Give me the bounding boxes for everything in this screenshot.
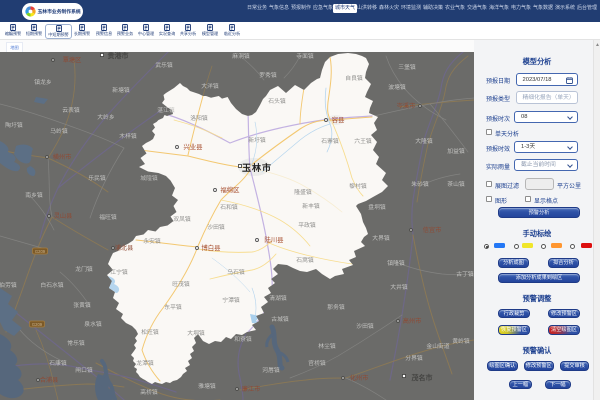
svg-text:廉江市: 廉江市 [242, 385, 261, 393]
svg-text:福旺镇: 福旺镇 [99, 213, 117, 221]
svg-text:清湖镇: 清湖镇 [269, 294, 287, 302]
svg-text:镇龙乡: 镇龙乡 [34, 78, 52, 86]
svg-text:旺茂镇: 旺茂镇 [172, 280, 190, 288]
svg-text:林尘镇: 林尘镇 [318, 342, 336, 350]
svg-text:龙潭镇: 龙潭镇 [136, 359, 154, 367]
svg-text:加益镇: 加益镇 [447, 147, 465, 155]
svg-text:马岭镇: 马岭镇 [50, 127, 68, 135]
svg-text:镇隆镇: 镇隆镇 [387, 259, 405, 267]
svg-text:洛阳镇: 洛阳镇 [190, 114, 208, 122]
svg-text:麻洞镇: 麻洞镇 [232, 52, 250, 60]
svg-text:波塘镇: 波塘镇 [388, 83, 406, 91]
svg-text:大界镇: 大界镇 [372, 234, 390, 242]
svg-text:江宁镇: 江宁镇 [110, 268, 128, 276]
svg-text:玉林市: 玉林市 [242, 162, 272, 173]
svg-text:石寨镇: 石寨镇 [321, 137, 339, 145]
svg-text:雅塘镇: 雅塘镇 [198, 382, 216, 390]
svg-text:金山街道: 金山街道 [426, 342, 449, 350]
svg-text:六王镇: 六王镇 [354, 137, 372, 145]
svg-text:东平镇: 东平镇 [164, 303, 182, 311]
svg-text:陆川县: 陆川县 [264, 235, 284, 244]
svg-text:新丰镇: 新丰镇 [302, 202, 320, 210]
svg-text:古丁镇: 古丁镇 [456, 270, 474, 278]
svg-text:兴业县: 兴业县 [183, 142, 203, 151]
svg-text:闸口镇: 闸口镇 [75, 366, 93, 374]
svg-text:沙田镇: 沙田镇 [207, 223, 225, 231]
svg-text:松旺镇: 松旺镇 [141, 328, 159, 336]
svg-text:泉水镇: 泉水镇 [84, 320, 102, 328]
svg-text:永安镇: 永安镇 [143, 237, 161, 245]
svg-text:陶圩镇: 陶圩镇 [5, 121, 23, 129]
svg-text:信宜市: 信宜市 [423, 226, 442, 234]
svg-text:大垌镇: 大垌镇 [187, 329, 205, 337]
svg-text:高州市: 高州市 [403, 317, 422, 325]
svg-text:河唇镇: 河唇镇 [262, 366, 280, 374]
svg-text:木梓镇: 木梓镇 [119, 132, 137, 140]
svg-text:隆盛镇: 隆盛镇 [294, 188, 312, 196]
svg-text:大岭乡: 大岭乡 [97, 113, 115, 121]
svg-text:武乐镇: 武乐镇 [155, 61, 173, 69]
svg-text:自良镇: 自良镇 [345, 74, 363, 82]
svg-text:新圩镇: 新圩镇 [248, 136, 266, 144]
svg-text:石头镇: 石头镇 [268, 97, 286, 105]
svg-text:乐民镇: 乐民镇 [88, 174, 106, 182]
svg-text:贵港市: 贵港市 [108, 52, 129, 60]
svg-text:三堡镇: 三堡镇 [398, 63, 416, 71]
svg-text:湛江镇: 湛江镇 [157, 106, 175, 114]
svg-text:岑溪市: 岑溪市 [397, 102, 416, 110]
svg-text:平政镇: 平政镇 [298, 221, 316, 229]
svg-text:大洋镇: 大洋镇 [201, 82, 219, 90]
svg-text:和寮镇: 和寮镇 [234, 335, 252, 343]
svg-text:化州市: 化州市 [350, 374, 369, 382]
svg-text:南乡镇: 南乡镇 [25, 191, 43, 199]
svg-text:古城镇: 古城镇 [271, 315, 289, 323]
svg-text:灵山县: 灵山县 [54, 212, 73, 220]
svg-text:大隆镇: 大隆镇 [415, 137, 433, 145]
svg-text:乌石镇: 乌石镇 [227, 268, 245, 276]
svg-text:常乐镇: 常乐镇 [67, 339, 85, 347]
svg-text:寺面镇: 寺面镇 [296, 52, 314, 60]
svg-text:黎村镇: 黎村镇 [349, 182, 367, 190]
svg-text:高桥镇: 高桥镇 [140, 388, 158, 396]
svg-text:新塘镇: 新塘镇 [112, 86, 130, 94]
svg-text:官桥镇: 官桥镇 [308, 359, 326, 367]
svg-text:石康镇: 石康镇 [49, 359, 67, 367]
svg-text:G209: G209 [32, 322, 43, 327]
svg-text:白石水镇: 白石水镇 [40, 281, 63, 289]
svg-text:合浦县: 合浦县 [40, 376, 59, 384]
svg-text:城隍镇: 城隍镇 [140, 174, 158, 182]
svg-text:盘垌镇: 盘垌镇 [368, 203, 386, 211]
svg-text:博白县: 博白县 [201, 243, 221, 252]
svg-text:双凤镇: 双凤镇 [173, 215, 191, 223]
svg-text:容县: 容县 [332, 115, 345, 124]
svg-text:那务镇: 那务镇 [327, 303, 345, 311]
svg-text:云表镇: 云表镇 [62, 106, 80, 114]
svg-text:分界镇: 分界镇 [405, 354, 423, 362]
svg-text:福绵区: 福绵区 [220, 185, 240, 194]
svg-text:覃塘区: 覃塘区 [63, 56, 82, 64]
svg-text:宁潭镇: 宁潭镇 [222, 296, 240, 304]
svg-text:大井镇: 大井镇 [390, 283, 408, 291]
svg-text:石和镇: 石和镇 [220, 203, 238, 211]
svg-text:黄岭镇: 黄岭镇 [452, 337, 470, 345]
svg-text:浦北县: 浦北县 [115, 244, 134, 252]
svg-text:G209: G209 [35, 249, 46, 254]
svg-text:龙门镇: 龙门镇 [75, 265, 93, 273]
svg-text:朱砂镇: 朱砂镇 [411, 180, 429, 188]
svg-text:茂名市: 茂名市 [412, 373, 433, 382]
svg-text:茶山镇: 茶山镇 [447, 180, 465, 188]
svg-text:罗秀镇: 罗秀镇 [259, 71, 277, 79]
svg-text:石窝镇: 石窝镇 [296, 256, 314, 264]
svg-text:沙田镇: 沙田镇 [356, 322, 374, 330]
svg-text:横州市: 横州市 [53, 153, 72, 161]
svg-text:伯劳镇: 伯劳镇 [0, 281, 17, 289]
svg-text:张黄镇: 张黄镇 [73, 301, 91, 309]
